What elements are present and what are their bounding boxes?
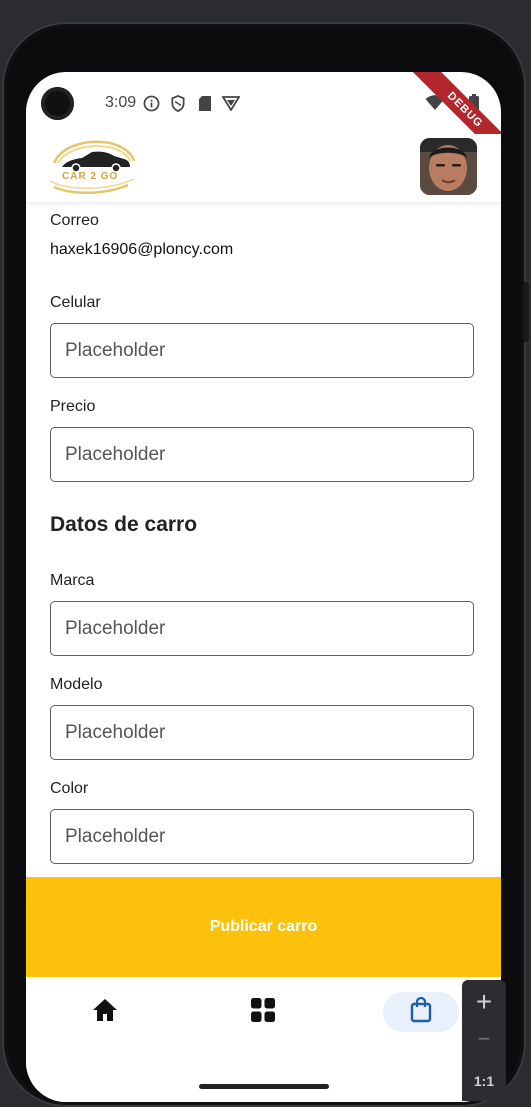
front-camera bbox=[41, 87, 74, 120]
modelo-field[interactable] bbox=[50, 705, 474, 760]
home-indicator[interactable] bbox=[199, 1084, 329, 1089]
status-time: 3:09 bbox=[105, 94, 137, 111]
modelo-label: Modelo bbox=[50, 676, 103, 693]
zoom-reset-button[interactable]: 1:1 bbox=[462, 1073, 506, 1089]
nav-shop[interactable] bbox=[383, 992, 459, 1032]
status-bar: 3:09 DEBUG bbox=[26, 72, 501, 167]
car2go-logo: CAR 2 GO bbox=[48, 137, 136, 199]
shopping-bag-icon bbox=[410, 996, 432, 1028]
vpn-icon bbox=[222, 94, 240, 112]
zoom-in-button[interactable]: + bbox=[462, 986, 506, 1018]
celular-field[interactable] bbox=[50, 323, 474, 378]
nav-home[interactable] bbox=[67, 992, 143, 1032]
marca-label: Marca bbox=[50, 572, 95, 589]
zoom-out-button[interactable]: − bbox=[462, 1026, 506, 1052]
app-bar: CAR 2 GO bbox=[26, 134, 501, 202]
app-screen: 3:09 DEBUG CAR 2 GO Correo haxek16906@pl… bbox=[26, 72, 501, 1102]
precio-input[interactable] bbox=[51, 428, 473, 481]
publish-car-label: Publicar carro bbox=[209, 918, 318, 935]
color-input[interactable] bbox=[51, 810, 473, 863]
nav-dashboard[interactable] bbox=[225, 992, 301, 1032]
modelo-input[interactable] bbox=[51, 706, 473, 759]
celular-input[interactable] bbox=[51, 324, 473, 377]
home-icon bbox=[92, 998, 118, 1027]
section-title: Datos de carro bbox=[50, 513, 198, 536]
zoom-controls: + − 1:1 bbox=[462, 980, 506, 1101]
color-field[interactable] bbox=[50, 809, 474, 864]
phone-frame: 3:09 DEBUG CAR 2 GO Correo haxek16906@pl… bbox=[2, 22, 526, 1107]
publish-car-button[interactable]: Publicar carro bbox=[26, 877, 501, 977]
precio-label: Precio bbox=[50, 398, 96, 415]
info-circle-icon bbox=[142, 94, 160, 112]
shield-icon bbox=[169, 94, 187, 112]
precio-field[interactable] bbox=[50, 427, 474, 482]
avatar[interactable] bbox=[420, 138, 477, 195]
marca-field[interactable] bbox=[50, 601, 474, 656]
grid-icon bbox=[251, 997, 275, 1027]
correo-value: haxek16906@ploncy.com bbox=[50, 241, 234, 258]
celular-label: Celular bbox=[50, 294, 101, 311]
correo-label: Correo bbox=[50, 212, 99, 229]
logo-text: CAR 2 GO bbox=[62, 171, 119, 182]
sd-card-icon bbox=[196, 94, 214, 112]
marca-input[interactable] bbox=[51, 602, 473, 655]
power-button bbox=[524, 282, 529, 342]
color-label: Color bbox=[50, 780, 89, 797]
